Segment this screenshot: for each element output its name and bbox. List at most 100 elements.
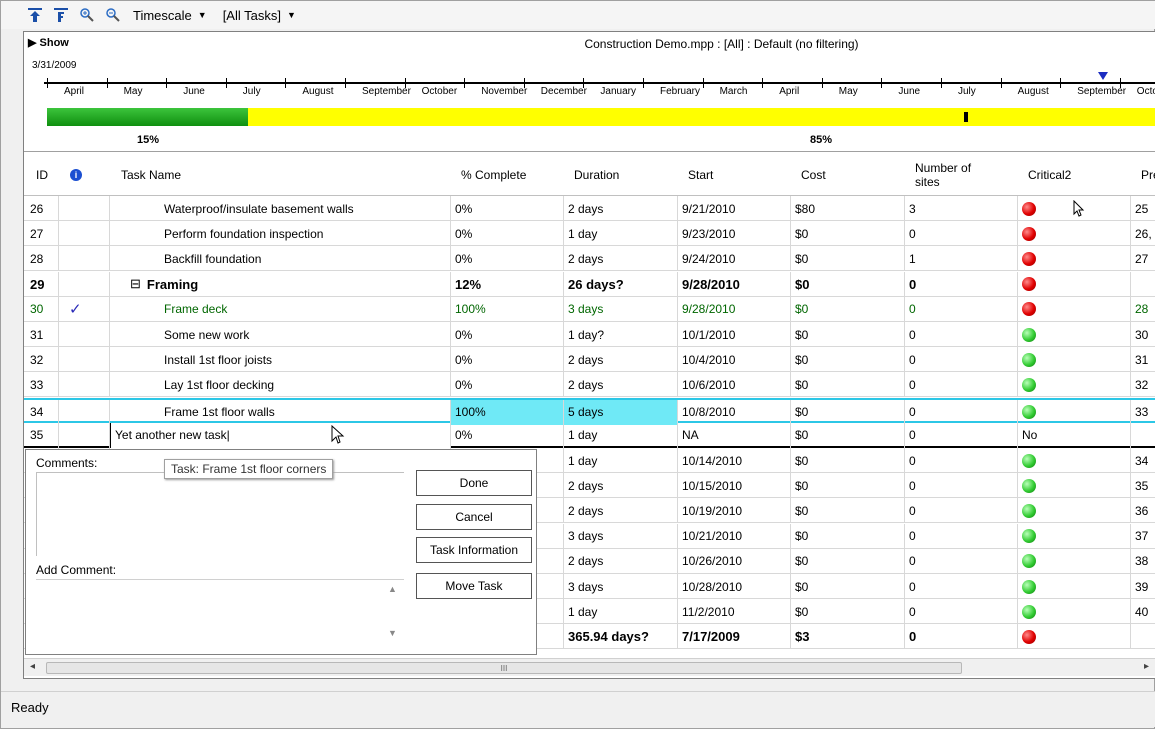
cell-pct[interactable]: 100% [451, 399, 564, 425]
cell-cost[interactable]: $0 [791, 246, 905, 272]
cell-pct[interactable]: 0% [451, 347, 564, 373]
cell-sites[interactable]: 0 [905, 296, 1018, 322]
cell-critical[interactable] [1018, 296, 1131, 322]
cell-name[interactable]: ⊟ Framing [110, 271, 451, 297]
header-duration[interactable]: Duration [570, 153, 619, 196]
cell-duration[interactable]: 2 days [564, 498, 678, 524]
cell-pred[interactable]: 32 [1131, 372, 1155, 397]
zoom-in-icon[interactable] [77, 5, 97, 25]
cell-start[interactable]: 9/21/2010 [678, 196, 791, 221]
cell-cost[interactable]: $3 [791, 624, 905, 650]
cell-duration[interactable]: 365.94 days? [564, 624, 678, 650]
cell-start[interactable]: 10/15/2010 [678, 473, 791, 499]
cell-cost[interactable]: $0 [791, 296, 905, 322]
cell-critical[interactable] [1018, 624, 1131, 650]
cell-pred[interactable]: 38 [1131, 549, 1155, 574]
cell-start[interactable]: 9/24/2010 [678, 246, 791, 272]
cell-start[interactable]: 10/19/2010 [678, 498, 791, 524]
collapse-all-icon[interactable] [25, 5, 45, 25]
cell-name[interactable]: Frame 1st floor walls [110, 399, 451, 425]
cell-start[interactable]: 10/4/2010 [678, 347, 791, 373]
table-row[interactable]: 29 ⊟ Framing 12% 26 days? 9/28/2010 $0 0 [24, 271, 1155, 297]
header-id[interactable]: ID [32, 153, 48, 196]
cell-sites[interactable]: 0 [905, 271, 1018, 297]
cell-duration[interactable]: 5 days [564, 399, 678, 425]
cancel-button[interactable]: Cancel [416, 504, 532, 530]
cell-pred[interactable] [1131, 272, 1155, 297]
current-date-marker-icon[interactable] [1098, 72, 1108, 80]
cell-name[interactable]: Perform foundation inspection [110, 221, 451, 247]
cell-cost[interactable]: $0 [791, 322, 905, 347]
cell-pred[interactable]: 26, [1131, 221, 1155, 246]
cell-cost[interactable]: $0 [791, 448, 905, 473]
cell-pred[interactable]: 34 [1131, 448, 1155, 473]
cell-critical[interactable] [1018, 523, 1131, 549]
cell-critical[interactable] [1018, 548, 1131, 574]
header-cost[interactable]: Cost [797, 153, 826, 196]
cell-pred[interactable]: 27 [1131, 246, 1155, 271]
header-predecessors[interactable]: Pre [1137, 153, 1155, 196]
table-row[interactable]: 32 Install 1st floor joists 0% 2 days 10/4/2… [24, 347, 1155, 373]
cell-pct[interactable]: 0% [451, 196, 564, 221]
cell-start[interactable]: NA [678, 422, 791, 448]
cell-pred[interactable] [1131, 423, 1155, 448]
cell-cost[interactable]: $0 [791, 372, 905, 398]
cell-name[interactable]: Lay 1st floor decking [110, 372, 451, 398]
scrollbar-thumb[interactable]: III [46, 662, 962, 674]
cell-duration[interactable]: 2 days [564, 347, 678, 373]
cell-pct[interactable]: 0% [451, 221, 564, 247]
cell-name[interactable]: Waterproof/insulate basement walls [110, 196, 451, 221]
cell-pred[interactable] [1131, 624, 1155, 649]
cell-critical[interactable] [1018, 473, 1131, 499]
cell-duration[interactable]: 2 days [564, 473, 678, 499]
cell-start[interactable]: 9/28/2010 [678, 271, 791, 297]
filter-icon[interactable] [51, 5, 71, 25]
scroll-up-icon[interactable]: ▲ [388, 584, 397, 594]
cell-start[interactable]: 11/2/2010 [678, 599, 791, 625]
cell-start[interactable]: 9/23/2010 [678, 221, 791, 247]
cell-pred[interactable]: 25 [1131, 196, 1155, 221]
cell-duration[interactable]: 1 day [564, 221, 678, 247]
cell-duration[interactable]: 3 days [564, 523, 678, 549]
cell-pred[interactable]: 33 [1131, 400, 1155, 425]
cell-pred[interactable]: 28 [1131, 297, 1155, 322]
cell-sites[interactable]: 0 [905, 322, 1018, 347]
zoom-out-icon[interactable] [103, 5, 123, 25]
cell-name[interactable]: Yet another new task | [110, 422, 451, 448]
cell-critical[interactable] [1018, 271, 1131, 297]
cell-sites[interactable]: 0 [905, 399, 1018, 425]
table-row[interactable]: 35 Yet another new task | 0% 1 day NA $0 0 No [24, 422, 1155, 448]
table-row[interactable]: 34 Frame 1st floor walls 100% 5 days 10/8/20… [24, 397, 1155, 425]
cell-critical[interactable] [1018, 448, 1131, 473]
cell-duration[interactable]: 1 day [564, 422, 678, 448]
cell-critical[interactable] [1018, 246, 1131, 272]
header-critical[interactable]: Critical2 [1024, 153, 1071, 196]
header-task-name[interactable]: Task Name [117, 153, 181, 196]
cell-pct[interactable]: 100% [451, 296, 564, 322]
collapse-icon[interactable]: ⊟ [130, 276, 141, 292]
cell-sites[interactable]: 0 [905, 422, 1018, 448]
done-button[interactable]: Done [416, 470, 532, 496]
cell-critical[interactable] [1018, 347, 1131, 373]
table-row[interactable]: 26 Waterproof/insulate basement walls 0% 2 … [24, 196, 1155, 221]
cell-sites[interactable]: 0 [905, 473, 1018, 499]
cell-sites[interactable]: 0 [905, 523, 1018, 549]
cell-critical[interactable] [1018, 372, 1131, 398]
cell-cost[interactable]: $0 [791, 523, 905, 549]
cell-pct[interactable]: 0% [451, 422, 564, 448]
cell-sites[interactable]: 1 [905, 246, 1018, 272]
cell-start[interactable]: 10/1/2010 [678, 322, 791, 347]
cell-duration[interactable]: 1 day [564, 448, 678, 473]
cell-cost[interactable]: $0 [791, 498, 905, 524]
cell-name[interactable]: Frame deck [110, 296, 451, 322]
cell-sites[interactable]: 0 [905, 448, 1018, 473]
cell-critical[interactable] [1018, 221, 1131, 247]
cell-sites[interactable]: 3 [905, 196, 1018, 221]
cell-sites[interactable]: 0 [905, 498, 1018, 524]
cell-duration[interactable]: 1 day? [564, 322, 678, 347]
header-start[interactable]: Start [684, 153, 713, 196]
cell-sites[interactable]: 0 [905, 599, 1018, 625]
cell-cost[interactable]: $0 [791, 599, 905, 625]
header-pct-complete[interactable]: % Complete [457, 153, 526, 196]
filter-dropdown[interactable]: [All Tasks] ▼ [223, 8, 296, 23]
